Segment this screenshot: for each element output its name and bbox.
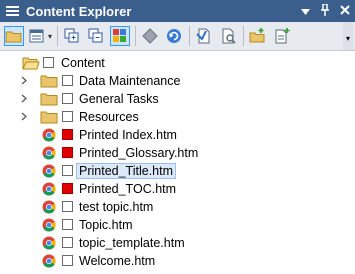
color-grid-button[interactable] — [110, 26, 131, 46]
tree-item-label: Resources — [79, 110, 139, 124]
item-checkbox[interactable] — [62, 165, 73, 176]
content-checkbox[interactable] — [43, 57, 54, 68]
toolbar-separator — [243, 26, 245, 46]
tree-item-label: Printed Index.htm — [79, 128, 177, 142]
chrome-icon — [42, 254, 56, 268]
tree-item-label: topic_template.htm — [79, 236, 185, 250]
chrome-icon — [42, 146, 56, 160]
open-file-icon — [196, 28, 210, 44]
toolbar-separator — [135, 26, 137, 46]
new-folder-icon — [249, 28, 265, 43]
color-grid-icon — [113, 29, 127, 42]
tree-item-label: test topic.htm — [79, 200, 154, 214]
close-icon[interactable] — [339, 4, 351, 18]
view-layout-button[interactable] — [27, 26, 47, 46]
tree-item-label: Printed_TOC.htm — [79, 182, 177, 196]
hamburger-menu-icon[interactable] — [4, 0, 22, 22]
new-document-icon — [275, 28, 290, 44]
tree-item[interactable]: Printed_Title.htm — [0, 162, 355, 180]
sync-button[interactable] — [140, 26, 160, 46]
toolbar-overflow-button[interactable]: ▾ — [343, 22, 353, 50]
tree-item-label: Printed_Title.htm — [76, 163, 177, 179]
document-properties-icon — [222, 28, 236, 44]
dropdown-icon[interactable] — [299, 4, 311, 18]
status-marker-red[interactable] — [62, 147, 73, 158]
folder-view-button[interactable] — [4, 26, 24, 46]
tree-item-label: Content — [61, 56, 105, 70]
folder-icon — [40, 93, 58, 106]
folder-icon — [40, 111, 58, 124]
refresh-icon — [167, 29, 182, 43]
tree-item[interactable]: Resources — [0, 108, 355, 126]
panel-title-bar: Content Explorer — [0, 0, 355, 22]
item-checkbox[interactable] — [62, 201, 73, 212]
folder-icon — [40, 75, 58, 88]
tree-item[interactable]: Printed_Glossary.htm — [0, 144, 355, 162]
tree-item[interactable]: Topic.htm — [0, 216, 355, 234]
status-marker-red[interactable] — [62, 183, 73, 194]
tree-item[interactable]: General Tasks — [0, 90, 355, 108]
tree-root-content[interactable]: Content — [0, 54, 355, 72]
item-checkbox[interactable] — [62, 255, 73, 266]
chrome-icon — [42, 218, 56, 232]
item-checkbox[interactable] — [62, 219, 73, 230]
collapse-all-button[interactable] — [86, 26, 106, 46]
panel-title: Content Explorer — [26, 3, 132, 19]
tree-item-label: Printed_Glossary.htm — [79, 146, 199, 160]
item-checkbox[interactable] — [62, 111, 73, 122]
folder-icon — [5, 31, 22, 43]
tree-item[interactable]: Data Maintenance — [0, 72, 355, 90]
tree-item[interactable]: Printed Index.htm — [0, 126, 355, 144]
open-folder-icon — [22, 57, 40, 70]
tree-item-label: Topic.htm — [79, 218, 133, 232]
chrome-icon — [42, 236, 56, 250]
toolbar: ▾ ▾ — [0, 22, 355, 51]
chrome-icon — [42, 128, 56, 142]
expand-chevron-icon[interactable] — [19, 108, 29, 126]
chrome-icon — [42, 164, 56, 178]
open-button[interactable] — [194, 26, 214, 46]
item-checkbox[interactable] — [62, 93, 73, 104]
expand-chevron-icon[interactable] — [19, 90, 29, 108]
tree-item[interactable]: test topic.htm — [0, 198, 355, 216]
tree-item-label: Welcome.htm — [79, 254, 156, 268]
item-checkbox[interactable] — [62, 237, 73, 248]
tree-item-label: General Tasks — [79, 92, 159, 106]
tree-item[interactable]: Welcome.htm — [0, 252, 355, 270]
view-dropdown-arrow-icon[interactable]: ▾ — [48, 32, 52, 41]
diamond-arrows-icon — [142, 28, 158, 44]
new-topic-button[interactable] — [272, 26, 292, 46]
collapse-icon — [88, 28, 103, 43]
chrome-icon — [42, 182, 56, 196]
item-checkbox[interactable] — [62, 75, 73, 86]
expand-icon — [64, 28, 79, 43]
expand-all-button[interactable] — [62, 26, 82, 46]
tree-item[interactable]: Printed_TOC.htm — [0, 180, 355, 198]
title-bar-controls — [299, 0, 351, 22]
list-view-icon — [29, 29, 44, 43]
tree-item-label: Data Maintenance — [79, 74, 181, 88]
pin-icon[interactable] — [319, 2, 331, 19]
properties-button[interactable] — [218, 26, 238, 46]
refresh-button[interactable] — [164, 26, 184, 46]
tree-item[interactable]: topic_template.htm — [0, 234, 355, 252]
toolbar-separator — [57, 26, 59, 46]
new-folder-button[interactable] — [248, 26, 268, 46]
toolbar-separator — [189, 26, 191, 46]
expand-chevron-icon[interactable] — [19, 72, 29, 90]
chrome-icon — [42, 200, 56, 214]
status-marker-red[interactable] — [62, 129, 73, 140]
